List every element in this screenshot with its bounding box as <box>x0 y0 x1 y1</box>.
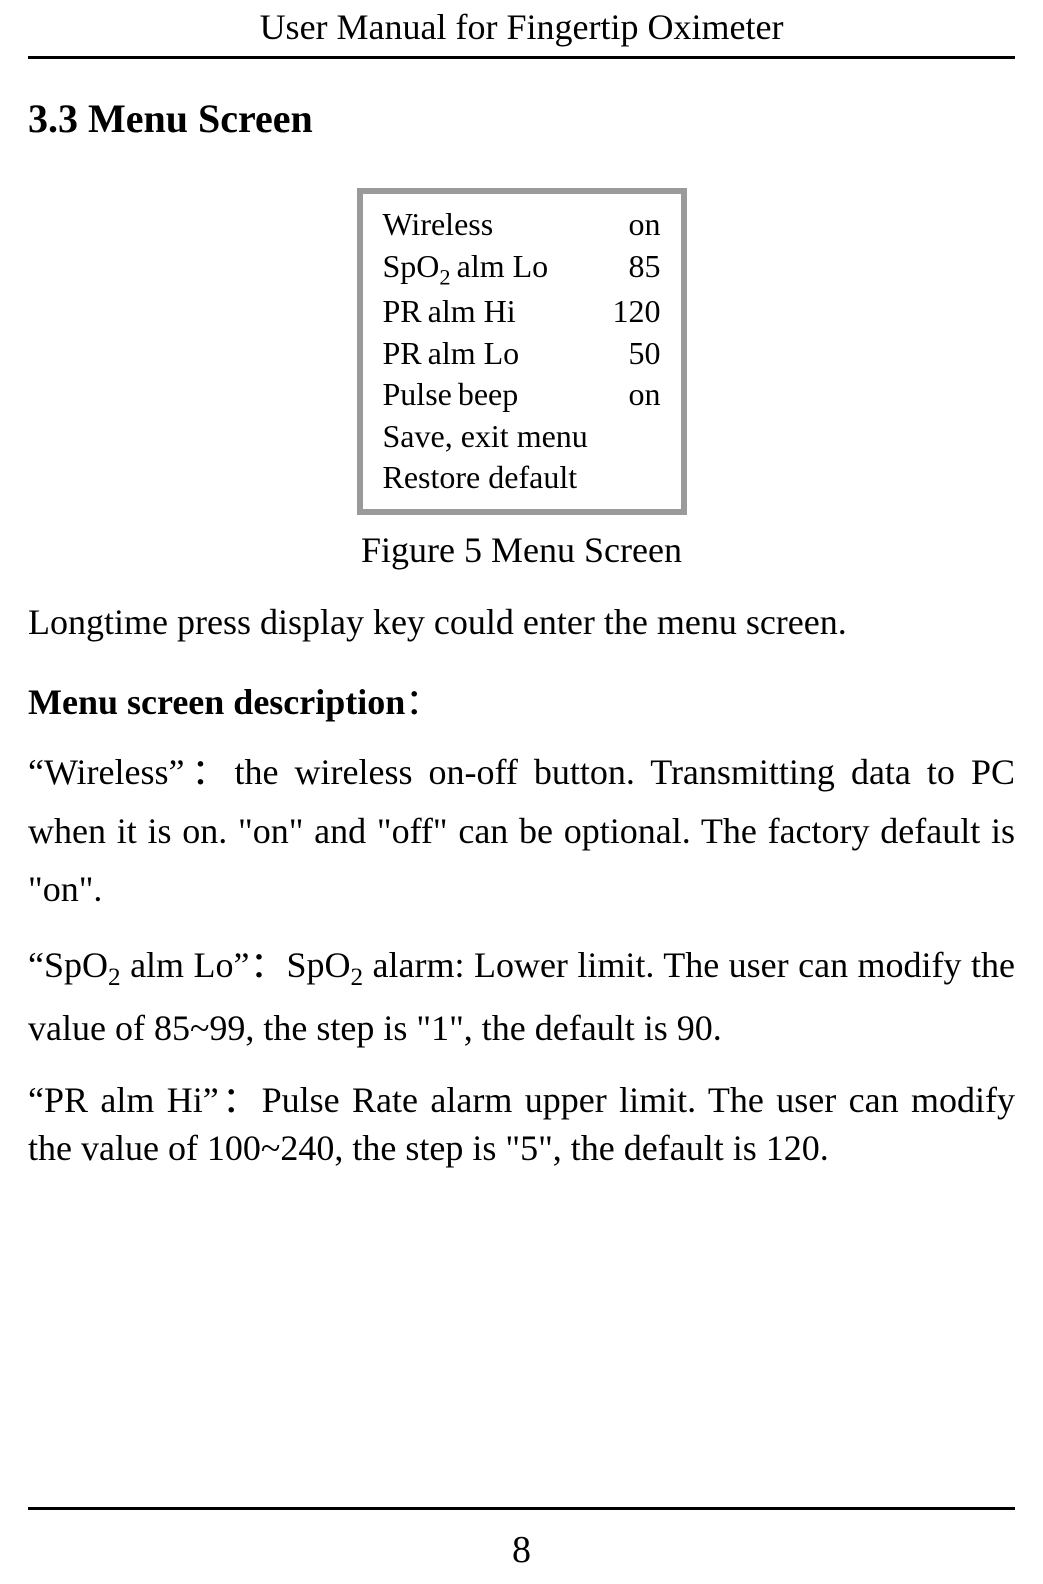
menu-row-pulse-beep: Pulse beep on <box>383 374 661 416</box>
spo2-lo-description: “SpO2 alm Lo”：SpO2 alarm: Lower limit. T… <box>28 936 1015 1057</box>
figure-caption: Figure 5 Menu Screen <box>28 529 1015 571</box>
subscript-2: 2 <box>439 264 450 289</box>
fullwidth-colon: ： <box>405 682 441 722</box>
menu-label: Pulse <box>383 374 452 416</box>
page: User Manual for Fingertip Oximeter 3.3 M… <box>0 0 1043 1584</box>
menu-value: 50 <box>611 333 661 375</box>
subscript-2: 2 <box>350 965 363 992</box>
intro-paragraph: Longtime press display key could enter t… <box>28 593 1015 651</box>
menu-label: SpO2 <box>383 246 451 292</box>
menu-row-pr-lo: PR alm Lo 50 <box>383 333 661 375</box>
menu-mid: beep <box>452 374 611 416</box>
section-heading: 3.3 Menu Screen <box>28 95 1015 142</box>
menu-mid: alm Lo <box>451 246 611 288</box>
menu-value: on <box>611 374 661 416</box>
footer-rule <box>28 1507 1015 1510</box>
text-span: alm Lo”：SpO <box>121 945 351 985</box>
header-rule <box>28 56 1015 59</box>
menu-value: 85 <box>611 246 661 288</box>
figure: Wireless on SpO2 alm Lo 85 PR alm Hi 120… <box>28 188 1015 571</box>
menu-mid: alm Hi <box>422 291 611 333</box>
menu-label: Wireless <box>383 204 494 246</box>
menu-row-restore-default: Restore default <box>383 457 661 499</box>
text-span: “SpO <box>28 945 108 985</box>
menu-value: 120 <box>611 291 661 333</box>
menu-row-wireless: Wireless on <box>383 204 661 246</box>
menu-screen-box: Wireless on SpO2 alm Lo 85 PR alm Hi 120… <box>357 188 687 515</box>
menu-value: on <box>611 204 661 246</box>
menu-label: PR <box>383 291 422 333</box>
menu-row-spo2-lo: SpO2 alm Lo 85 <box>383 246 661 292</box>
pr-hi-description: “PR alm Hi”：Pulse Rate alarm upper limit… <box>28 1076 1015 1173</box>
running-header: User Manual for Fingertip Oximeter <box>28 0 1015 56</box>
wireless-description: “Wireless”：the wireless on-off button. T… <box>28 743 1015 918</box>
description-heading-text: Menu screen description <box>28 682 405 722</box>
menu-label-text: SpO <box>383 248 440 284</box>
page-number: 8 <box>0 1528 1043 1572</box>
menu-row-save-exit: Save, exit menu <box>383 416 661 458</box>
subscript-2: 2 <box>108 965 121 992</box>
menu-label: PR <box>383 333 422 375</box>
menu-mid: alm Lo <box>422 333 611 375</box>
menu-row-pr-hi: PR alm Hi 120 <box>383 291 661 333</box>
description-heading: Menu screen description： <box>28 673 1015 725</box>
